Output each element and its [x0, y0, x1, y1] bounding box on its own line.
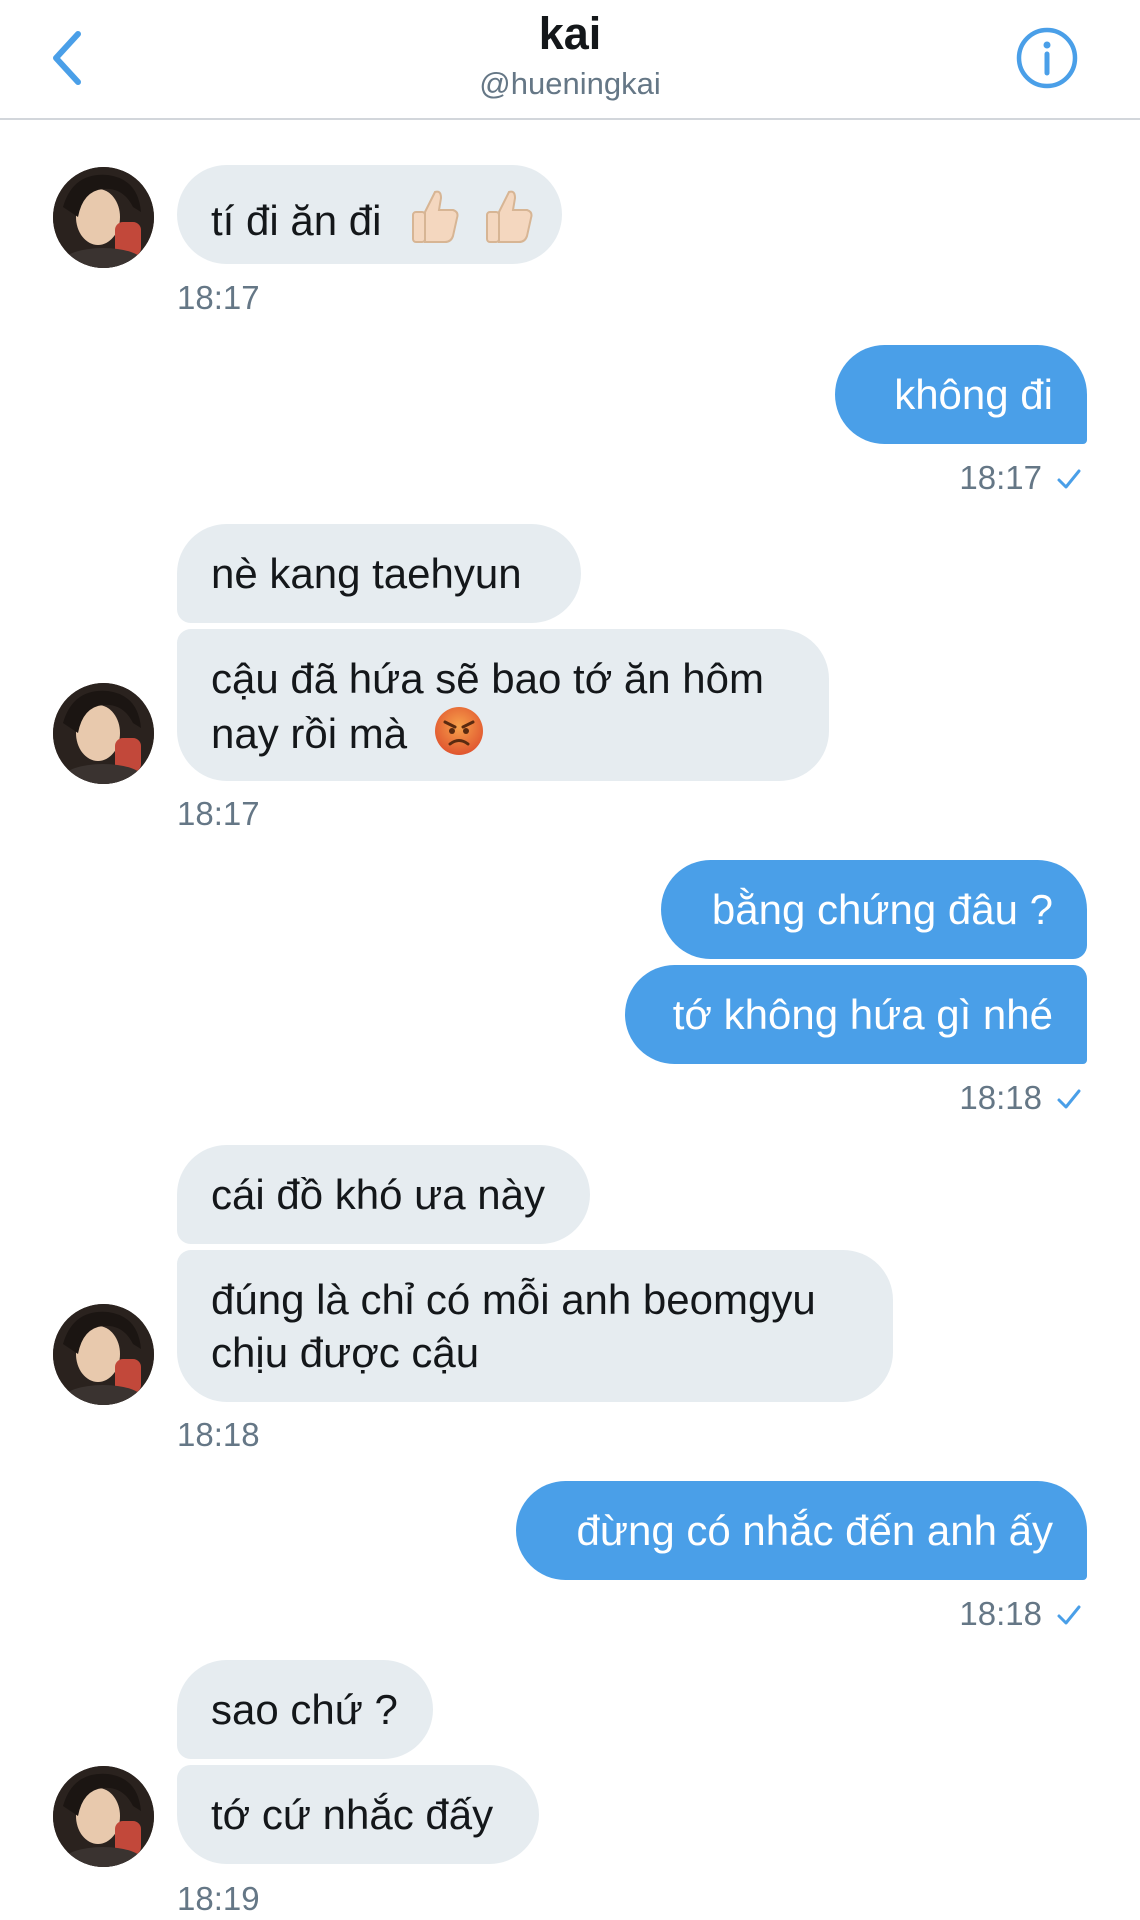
message-text-line: nay rồi mà — [211, 710, 408, 757]
incoming-message[interactable]: cậu đã hứa sẽ bao tớ ăn hôm nay rồi mà — [177, 629, 829, 781]
message-timestamp-row: 18:18 — [959, 1080, 1082, 1116]
message-text: nè kang taehyun — [211, 550, 522, 597]
conversation-handle: @hueningkai — [479, 66, 661, 101]
avatar[interactable] — [53, 1304, 154, 1405]
avatar[interactable] — [53, 1766, 154, 1867]
conversation-header: kai @hueningkai — [0, 0, 1140, 120]
incoming-message[interactable]: đúng là chỉ có mỗi anh beomgyu chịu được… — [177, 1250, 893, 1402]
outgoing-message[interactable]: không đi — [835, 345, 1087, 444]
sent-check-icon — [1057, 1605, 1081, 1625]
conversation-title: kai — [538, 8, 602, 59]
message-text: không đi — [894, 371, 1053, 418]
message-timestamp: 18:17 — [959, 459, 1042, 496]
message-timestamp-row: 18:17 — [959, 460, 1082, 496]
message-text: đừng có nhắc đến anh ấy — [576, 1507, 1053, 1554]
incoming-message[interactable]: tớ cứ nhắc đấy — [177, 1765, 539, 1864]
incoming-message[interactable]: sao chứ ? — [177, 1660, 433, 1759]
outgoing-message[interactable]: bằng chứng đâu ? — [661, 860, 1087, 959]
message-timestamp: 18:18 — [959, 1079, 1042, 1116]
message-text-line: chịu được cậu — [211, 1329, 480, 1376]
message-timestamp: 18:17 — [177, 795, 260, 832]
message-timestamp: 18:17 — [177, 279, 260, 316]
message-timestamp: 18:18 — [959, 1595, 1042, 1632]
avatar[interactable] — [53, 167, 154, 268]
message-text: tớ không hứa gì nhé — [672, 991, 1053, 1038]
message-text: sao chứ ? — [211, 1686, 398, 1733]
message-timestamp: 18:19 — [177, 1880, 260, 1917]
angry-face-icon — [433, 705, 485, 769]
message-timestamp: 18:18 — [177, 1416, 260, 1453]
message-text: cái đồ khó ưa này — [211, 1171, 545, 1218]
incoming-message[interactable]: cái đồ khó ưa này — [177, 1145, 590, 1244]
incoming-message[interactable]: tí đi ăn đi — [177, 165, 562, 264]
sent-check-icon — [1057, 1089, 1081, 1109]
thumbs-up-icon — [409, 188, 461, 256]
message-text-line: đúng là chỉ có mỗi anh beomgyu — [211, 1276, 816, 1323]
outgoing-message[interactable]: tớ không hứa gì nhé — [625, 965, 1087, 1064]
message-text: bằng chứng đâu ? — [711, 886, 1053, 933]
message-timestamp-row: 18:18 — [959, 1596, 1082, 1632]
avatar[interactable] — [53, 683, 154, 784]
info-icon — [1016, 27, 1078, 89]
message-text-line: cậu đã hứa sẽ bao tớ ăn hôm — [211, 655, 765, 702]
message-text: tí đi ăn đi — [211, 197, 382, 244]
sent-check-icon — [1057, 469, 1081, 489]
thumbs-up-icon — [483, 188, 535, 256]
info-button[interactable] — [1015, 26, 1079, 90]
outgoing-message[interactable]: đừng có nhắc đến anh ấy — [516, 1481, 1087, 1580]
message-text: tớ cứ nhắc đấy — [211, 1791, 494, 1838]
incoming-message[interactable]: nè kang taehyun — [177, 524, 581, 623]
